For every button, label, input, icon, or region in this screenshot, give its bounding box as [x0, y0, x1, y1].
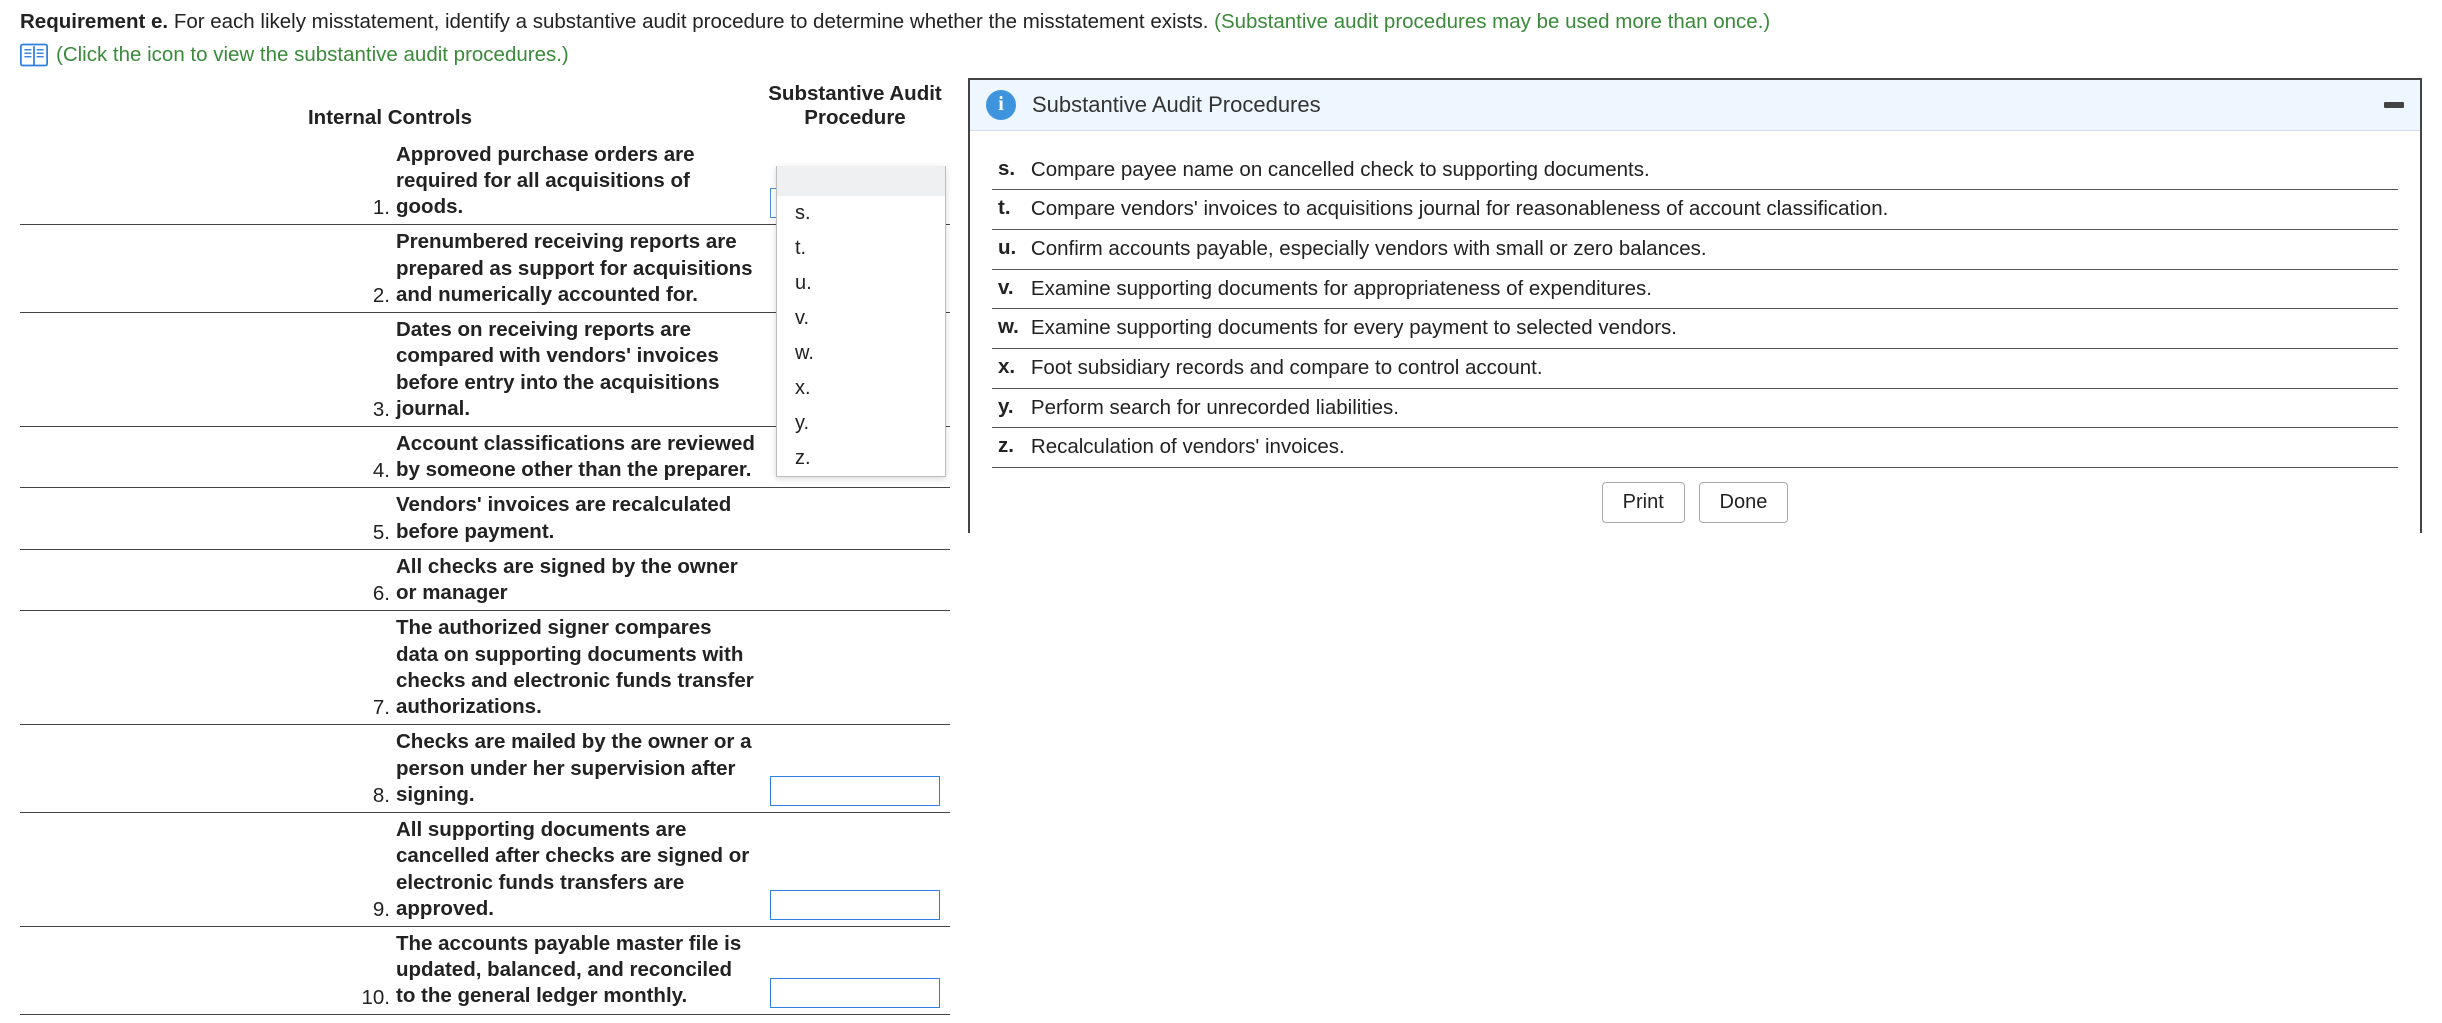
proc-label: v. [992, 269, 1025, 309]
dropdown-option[interactable]: t. [777, 231, 945, 266]
procedure-input-9[interactable] [770, 890, 940, 920]
list-item: v.Examine supporting documents for appro… [992, 269, 2398, 309]
row-number: 10. [20, 927, 390, 1015]
row-number: 5. [20, 488, 390, 549]
row-text: The authorized signer compares data on s… [390, 611, 760, 725]
row-number: 6. [20, 549, 390, 610]
procedure-input-10[interactable] [770, 978, 940, 1008]
table-row: 10. The accounts payable master file is … [20, 927, 950, 1015]
table-row: 8. Checks are mailed by the owner or a p… [20, 725, 950, 813]
dropdown-option[interactable]: v. [777, 301, 945, 336]
dropdown-option[interactable]: y. [777, 406, 945, 441]
proc-desc: Examine supporting documents for every p… [1025, 309, 2398, 349]
proc-label: y. [992, 388, 1025, 428]
row-text: Approved purchase orders are required fo… [390, 138, 760, 225]
row-text: All checks are signed by the owner or ma… [390, 549, 760, 610]
proc-label: s. [992, 151, 1025, 190]
requirement-label: Requirement e. [20, 10, 168, 33]
dropdown-option-blank[interactable] [777, 166, 945, 196]
row-text: Account classifications are reviewed by … [390, 427, 760, 488]
hint-text: (Click the icon to view the substantive … [56, 43, 569, 67]
requirement-line: Requirement e. For each likely misstatem… [20, 8, 2422, 36]
row-text: Dates on receiving reports are compared … [390, 313, 760, 427]
dropdown-option[interactable]: z. [777, 441, 945, 476]
minimize-icon[interactable] [2384, 102, 2404, 108]
proc-label: t. [992, 190, 1025, 230]
dropdown-option[interactable]: s. [777, 196, 945, 231]
proc-desc: Compare vendors' invoices to acquisition… [1025, 190, 2398, 230]
proc-label: u. [992, 229, 1025, 269]
list-item: x.Foot subsidiary records and compare to… [992, 348, 2398, 388]
requirement-note: (Substantive audit procedures may be use… [1214, 10, 1770, 33]
row-number: 7. [20, 611, 390, 725]
panel-title: Substantive Audit Procedures [1032, 92, 2368, 118]
info-icon: i [986, 90, 1016, 120]
proc-label: x. [992, 348, 1025, 388]
proc-desc: Foot subsidiary records and compare to c… [1025, 348, 2398, 388]
row-text: Prenumbered receiving reports are prepar… [390, 225, 760, 313]
proc-desc: Examine supporting documents for appropr… [1025, 269, 2398, 309]
row-text: Vendors' invoices are recalculated befor… [390, 488, 760, 549]
col-header-controls: Internal Controls [20, 78, 760, 138]
proc-desc: Confirm accounts payable, especially ven… [1025, 229, 2398, 269]
row-number: 2. [20, 225, 390, 313]
table-row: 7. The authorized signer compares data o… [20, 611, 950, 725]
row-number: 3. [20, 313, 390, 427]
procedures-list: s.Compare payee name on cancelled check … [992, 151, 2398, 468]
procedure-dropdown[interactable]: s. t. u. v. w. x. y. z. [776, 166, 946, 477]
table-row: 9. All supporting documents are cancelle… [20, 813, 950, 927]
table-row: 5. Vendors' invoices are recalculated be… [20, 488, 950, 549]
dropdown-option[interactable]: w. [777, 336, 945, 371]
proc-desc: Perform search for unrecorded liabilitie… [1025, 388, 2398, 428]
requirement-text: For each likely misstatement, identify a… [174, 10, 1209, 33]
proc-desc: Compare payee name on cancelled check to… [1025, 151, 2398, 190]
col-header-procedure: Substantive Audit Procedure [760, 78, 950, 138]
list-item: t.Compare vendors' invoices to acquisiti… [992, 190, 2398, 230]
row-number: 9. [20, 813, 390, 927]
procedures-panel: i Substantive Audit Procedures s.Compare… [968, 78, 2422, 533]
dropdown-option[interactable]: x. [777, 371, 945, 406]
print-button[interactable]: Print [1602, 482, 1685, 523]
table-row: 6. All checks are signed by the owner or… [20, 549, 950, 610]
row-text: The accounts payable master file is upda… [390, 927, 760, 1015]
dropdown-option[interactable]: u. [777, 266, 945, 301]
list-item: y.Perform search for unrecorded liabilit… [992, 388, 2398, 428]
proc-label: w. [992, 309, 1025, 349]
row-number: 4. [20, 427, 390, 488]
row-number: 8. [20, 725, 390, 813]
proc-label: z. [992, 428, 1025, 468]
done-button[interactable]: Done [1699, 482, 1789, 523]
list-item: s.Compare payee name on cancelled check … [992, 151, 2398, 190]
procedure-input-8[interactable] [770, 776, 940, 806]
proc-desc: Recalculation of vendors' invoices. [1025, 428, 2398, 468]
book-icon[interactable] [20, 42, 48, 68]
row-text: All supporting documents are cancelled a… [390, 813, 760, 927]
list-item: u.Confirm accounts payable, especially v… [992, 229, 2398, 269]
controls-table-wrap: Internal Controls Substantive Audit Proc… [20, 78, 950, 1015]
list-item: w.Examine supporting documents for every… [992, 309, 2398, 349]
row-text: Checks are mailed by the owner or a pers… [390, 725, 760, 813]
row-number: 1. [20, 138, 390, 225]
list-item: z.Recalculation of vendors' invoices. [992, 428, 2398, 468]
